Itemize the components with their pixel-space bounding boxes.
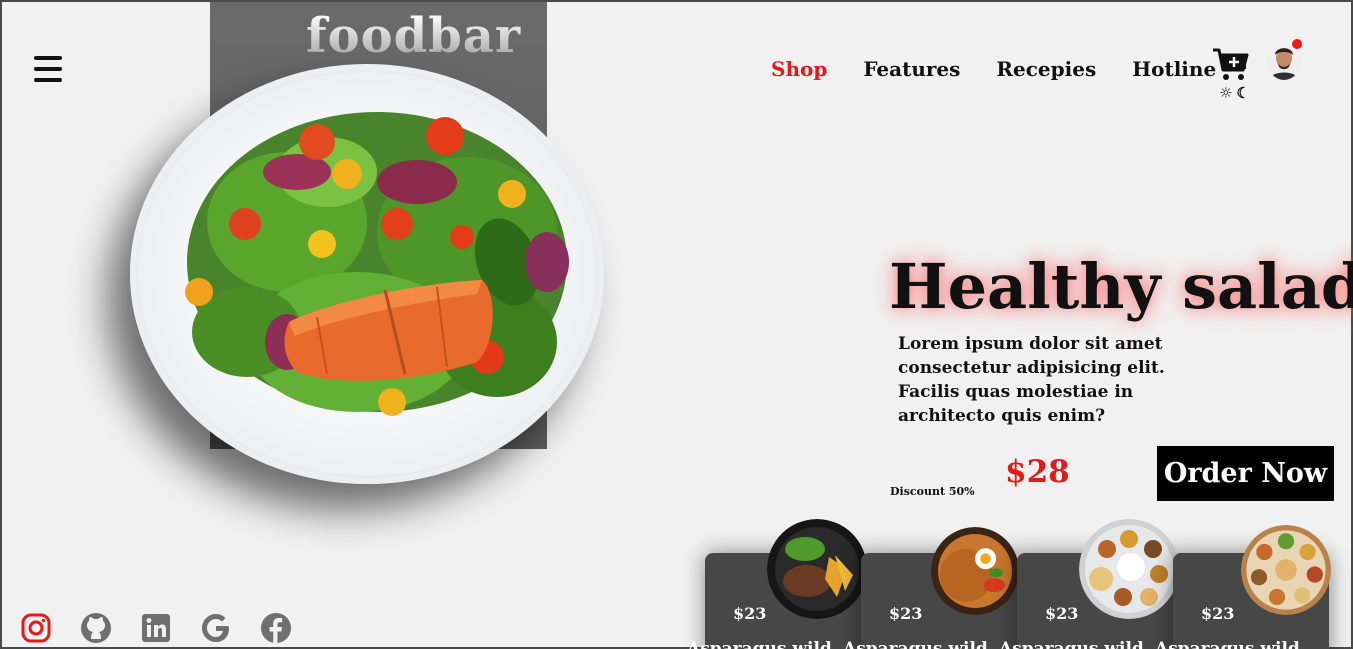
- sun-icon[interactable]: ☼: [1219, 84, 1232, 102]
- brand-logo[interactable]: foodbar: [306, 8, 521, 64]
- steak-dish-image: [767, 519, 867, 619]
- cart-plus-icon[interactable]: [1212, 47, 1250, 81]
- hero-price: $28: [1005, 454, 1070, 490]
- hamburger-bar: [34, 78, 62, 82]
- card-name: Asparagus wild: [999, 639, 1144, 649]
- main-nav: Shop Features Recepies Hotline: [771, 57, 1216, 81]
- hero-title: Healthy salad: [889, 250, 1353, 323]
- nav-recepies[interactable]: Recepies: [996, 57, 1096, 81]
- card-price: $23: [889, 604, 923, 623]
- fried-rice-dish-image: [931, 527, 1019, 615]
- discount-label: Discount 50%: [890, 485, 975, 498]
- github-icon[interactable]: [80, 612, 112, 644]
- card-name: Asparagus wild: [843, 639, 988, 649]
- google-icon[interactable]: [200, 612, 232, 644]
- hamburger-bar: [34, 56, 62, 60]
- instagram-icon[interactable]: [20, 612, 52, 644]
- salad-image: [185, 112, 569, 416]
- food-card[interactable]: $23 Asparagus wild: [1155, 525, 1331, 649]
- social-links: [20, 612, 292, 644]
- hamburger-bar: [34, 67, 62, 71]
- nav-features[interactable]: Features: [863, 57, 960, 81]
- food-card[interactable]: $23 Asparagus wild: [843, 527, 1019, 649]
- linkedin-icon[interactable]: [140, 612, 172, 644]
- card-price: $23: [733, 604, 767, 623]
- card-name: Asparagus wild: [1155, 639, 1300, 649]
- hamburger-icon[interactable]: [34, 56, 62, 82]
- food-card[interactable]: $23 Asparagus wild: [687, 519, 867, 649]
- facebook-icon[interactable]: [260, 612, 292, 644]
- card-price: $23: [1201, 604, 1235, 623]
- card-price: $23: [1045, 604, 1079, 623]
- nav-shop[interactable]: Shop: [771, 57, 827, 81]
- hero-description: Lorem ipsum dolor sit amet consectetur a…: [898, 334, 1165, 426]
- order-now-button[interactable]: Order Now: [1157, 446, 1334, 501]
- thali-dish-image: [1079, 519, 1179, 619]
- notification-dot: [1292, 39, 1302, 49]
- nav-hotline[interactable]: Hotline: [1132, 57, 1216, 81]
- moon-icon[interactable]: ☾: [1236, 84, 1249, 102]
- food-card[interactable]: $23 Asparagus wild: [999, 519, 1179, 649]
- card-name: Asparagus wild: [687, 639, 832, 649]
- theme-toggle[interactable]: ☼ ☾: [1219, 84, 1250, 102]
- platter-dish-image: [1241, 525, 1331, 615]
